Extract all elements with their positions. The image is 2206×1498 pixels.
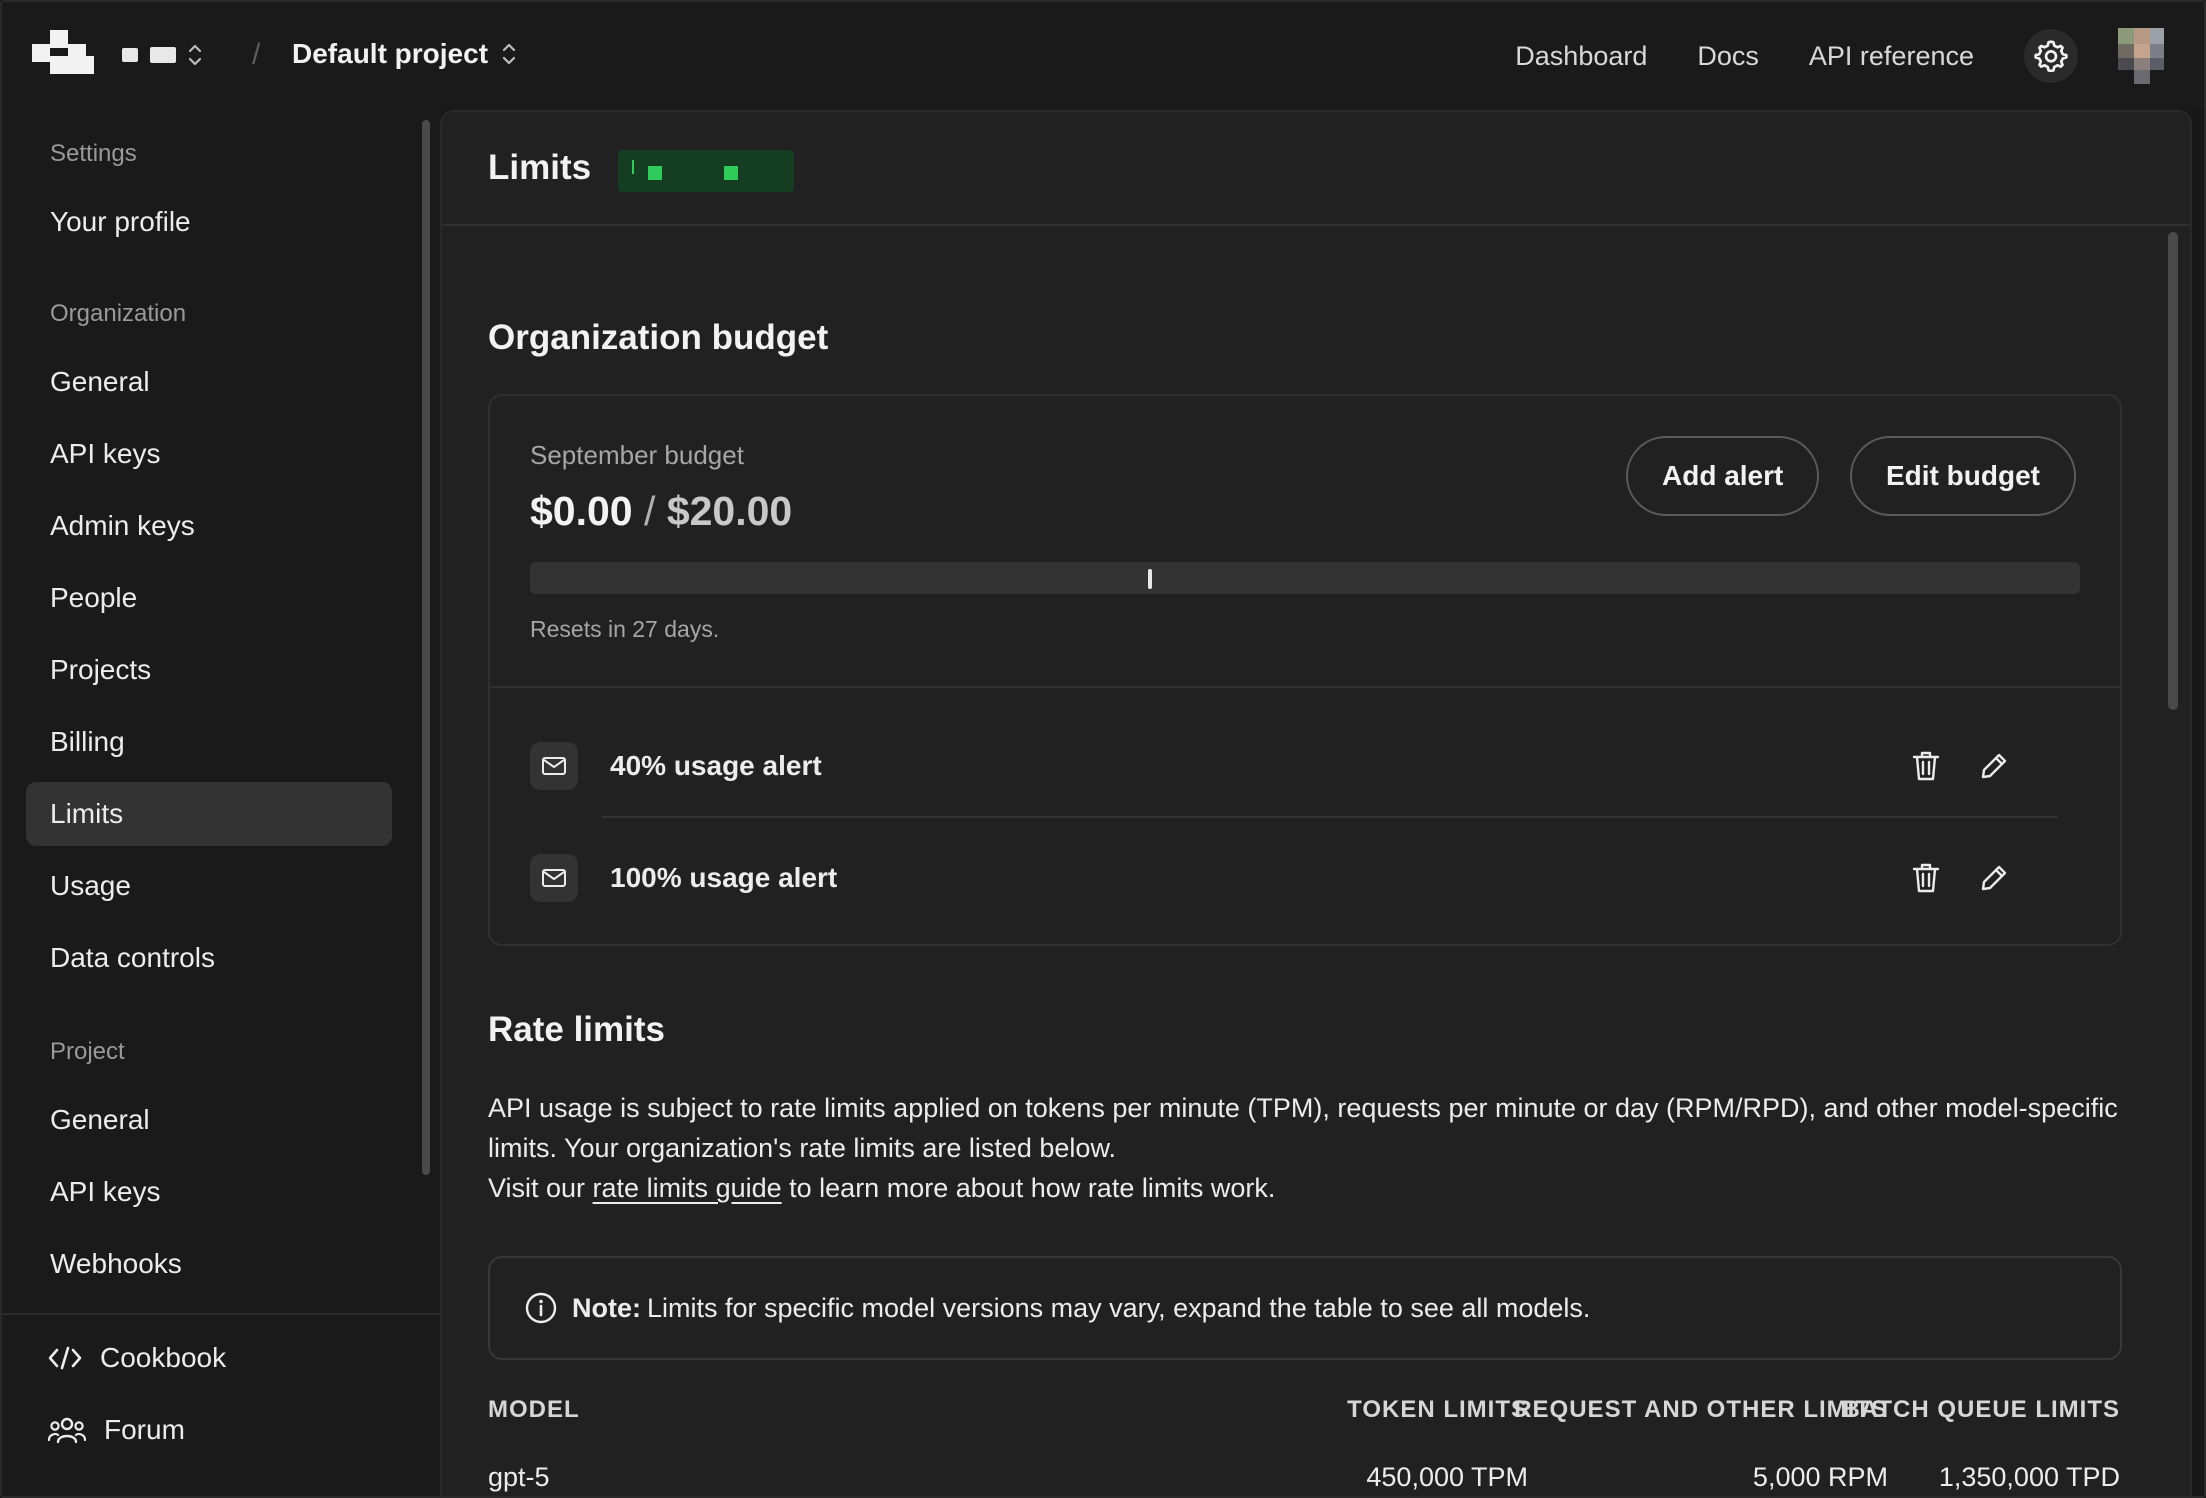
main-panel: Limits Organization budget September bud… — [440, 110, 2192, 1496]
sidebar-item-project-api-keys[interactable]: API keys — [26, 1160, 392, 1224]
budget-spent: $0.00 — [530, 488, 633, 534]
budget-period-label: September budget — [530, 440, 744, 470]
forum-link[interactable]: Forum — [48, 1414, 185, 1446]
avatar-image — [2118, 28, 2164, 84]
organization-name-redacted — [150, 47, 176, 63]
project-switcher[interactable]: Default project — [292, 38, 518, 70]
sidebar-item-limits[interactable]: Limits — [26, 782, 392, 846]
people-icon — [48, 1417, 86, 1444]
card-divider — [490, 686, 2120, 688]
column-header-token-limits[interactable]: TOKEN LIMITS — [1347, 1396, 1528, 1424]
pencil-icon — [1981, 865, 2007, 891]
rate-limits-guide-text: Visit our rate limits guide to learn mor… — [488, 1168, 2128, 1208]
table-cell-token-limit: 450,000 TPM — [1366, 1462, 1528, 1492]
sidebar-footer-divider — [2, 1313, 440, 1315]
sidebar-item-usage[interactable]: Usage — [26, 854, 392, 918]
budget-divider: / — [644, 488, 656, 534]
sidebar-item-org-api-keys[interactable]: API keys — [26, 422, 392, 486]
sidebar-item-org-general[interactable]: General — [26, 350, 392, 414]
redacted-badge — [618, 150, 794, 192]
note-text: Limits for specific model versions may v… — [647, 1292, 1591, 1323]
sidebar-item-billing[interactable]: Billing — [26, 710, 392, 774]
gear-icon — [2034, 40, 2068, 73]
alert-divider — [602, 816, 2058, 818]
breadcrumb-separator: / — [252, 38, 261, 71]
mail-icon — [530, 854, 578, 902]
organization-name-redacted — [122, 48, 138, 62]
sidebar-item-data-controls[interactable]: Data controls — [26, 926, 392, 990]
table-cell-request-limit: 5,000 RPM — [1752, 1462, 1888, 1492]
sidebar-scrollbar[interactable] — [422, 120, 430, 1175]
sidebar-item-admin-keys[interactable]: Admin keys — [26, 494, 392, 558]
edit-alert-button[interactable] — [1974, 746, 2014, 786]
settings-button[interactable] — [2024, 29, 2078, 83]
mail-icon — [530, 742, 578, 790]
sidebar-section-settings: Settings — [50, 140, 137, 167]
alert-threshold-marker — [1148, 569, 1152, 589]
alert-label: 40% usage alert — [610, 750, 822, 781]
delete-alert-button[interactable] — [1906, 858, 1946, 898]
rate-limits-guide-link[interactable]: rate limits guide — [593, 1173, 782, 1203]
code-icon — [48, 1346, 82, 1370]
sidebar: Settings Your profile Organization Gener… — [2, 110, 440, 1496]
edit-alert-button[interactable] — [1974, 858, 2014, 898]
note-label: Note: — [572, 1292, 641, 1323]
budget-amount: $0.00 / $20.00 — [530, 488, 792, 535]
info-icon — [525, 1292, 557, 1324]
project-name: Default project — [292, 38, 489, 69]
guide-prefix: Visit our — [488, 1173, 593, 1203]
page-header: Limits — [442, 112, 2190, 226]
logo[interactable] — [32, 30, 94, 74]
organization-budget-heading: Organization budget — [488, 318, 829, 357]
table-cell-batch-limit: 1,350,000 TPD — [1938, 1462, 2120, 1492]
sidebar-item-webhooks[interactable]: Webhooks — [26, 1232, 392, 1296]
note-callout: Note: Limits for specific model versions… — [488, 1256, 2122, 1360]
top-bar: / Default project Dashboard Docs API ref… — [2, 2, 2204, 110]
column-header-model[interactable]: MODEL — [488, 1396, 580, 1424]
alert-row: 100% usage alert — [530, 848, 2078, 908]
main-scrollbar[interactable] — [2168, 232, 2178, 710]
organization-switcher[interactable] — [122, 40, 204, 70]
budget-reset-text: Resets in 27 days. — [530, 616, 720, 642]
sidebar-item-project-general[interactable]: General — [26, 1088, 392, 1152]
trash-icon — [1912, 751, 1940, 781]
rate-limits-heading: Rate limits — [488, 1010, 665, 1049]
page-title: Limits — [488, 148, 592, 187]
nav-dashboard-link[interactable]: Dashboard — [1515, 41, 1647, 72]
add-alert-button[interactable]: Add alert — [1626, 436, 1820, 516]
budget-progress-bar — [530, 562, 2080, 594]
chevron-up-down-icon — [502, 43, 516, 65]
sidebar-item-projects[interactable]: Projects — [26, 638, 392, 702]
budget-limit: $20.00 — [666, 488, 793, 534]
pencil-icon — [1981, 753, 2007, 779]
top-navigation: Dashboard Docs API reference — [1515, 2, 2204, 110]
table-cell-model[interactable]: gpt-5 — [488, 1462, 550, 1493]
rate-limits-description: API usage is subject to rate limits appl… — [488, 1093, 2118, 1163]
sidebar-section-project: Project — [50, 1038, 125, 1065]
delete-alert-button[interactable] — [1906, 746, 1946, 786]
sidebar-item-people[interactable]: People — [26, 566, 392, 630]
sidebar-section-organization: Organization — [50, 300, 187, 327]
sidebar-item-your-profile[interactable]: Your profile — [26, 190, 392, 254]
nav-api-reference-link[interactable]: API reference — [1809, 41, 1974, 72]
alert-row: 40% usage alert — [530, 736, 2078, 796]
guide-suffix: to learn more about how rate limits work… — [781, 1173, 1276, 1203]
column-header-request-limits[interactable]: REQUEST AND OTHER LIMITS — [1514, 1396, 1888, 1424]
trash-icon — [1912, 863, 1940, 893]
forum-label: Forum — [104, 1414, 185, 1445]
column-header-batch-queue-limits[interactable]: BATCH QUEUE LIMITS — [1842, 1396, 2120, 1424]
budget-card: September budget $0.00 / $20.00 Add aler… — [488, 394, 2122, 946]
app-window: / Default project Dashboard Docs API ref… — [0, 0, 2206, 1498]
cookbook-label: Cookbook — [100, 1342, 227, 1373]
avatar[interactable] — [2118, 28, 2164, 84]
alert-label: 100% usage alert — [610, 862, 838, 893]
edit-budget-button[interactable]: Edit budget — [1850, 436, 2076, 516]
chevron-up-down-icon — [188, 44, 202, 66]
nav-docs-link[interactable]: Docs — [1697, 41, 1759, 72]
cookbook-link[interactable]: Cookbook — [48, 1342, 226, 1374]
